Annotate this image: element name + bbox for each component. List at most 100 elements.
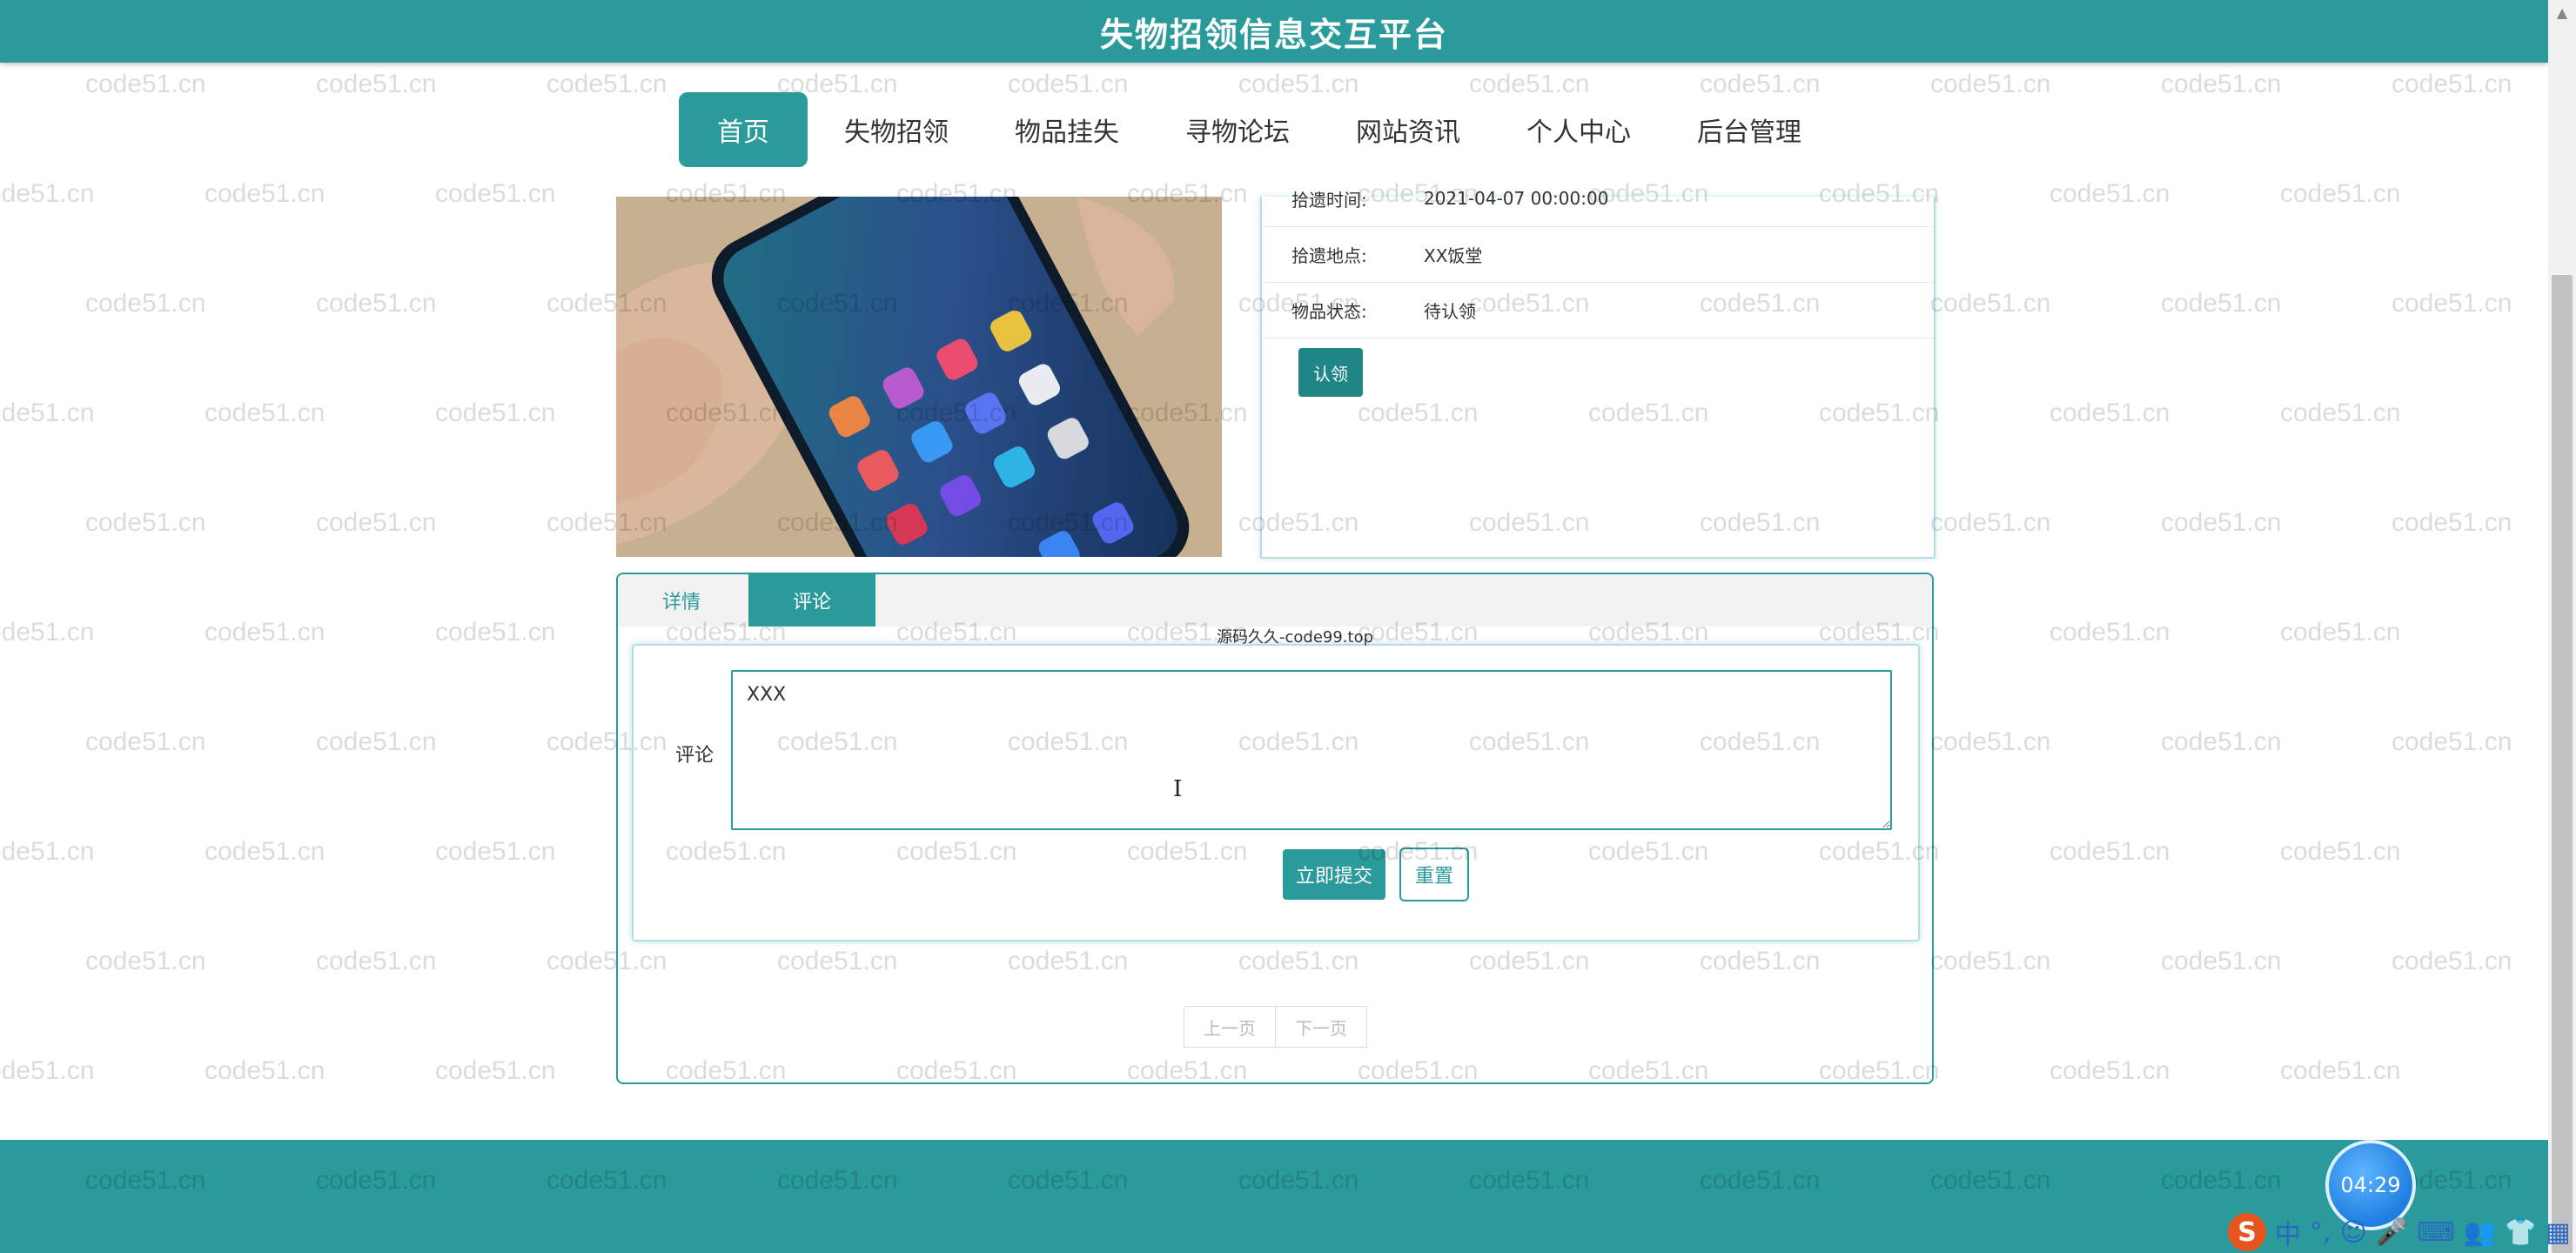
info-value: 2021-04-07 00:00:00 [1424,188,1609,209]
watermark-text: code51.cn [1930,508,2051,537]
emoji-icon[interactable]: ☺ [2340,1217,2367,1248]
prev-page-button[interactable]: 上一页 [1184,1006,1276,1048]
text-cursor-icon: I [1173,776,1183,802]
watermark-text: code51.cn [2161,70,2282,98]
watermark-text: code51.cn [0,179,95,208]
nav-item-profile[interactable]: 个人中心 [1497,92,1660,167]
watermark-text: code51.cn [2161,508,2282,537]
ime-toolbar: S 中 °, ☺ 🎤 ⌨ 👥 👕 ▦ [2228,1211,2571,1253]
info-row-time: 拾遗时间: 2021-04-07 00:00:00 [1262,171,1934,227]
tab-detail[interactable]: 详情 [618,574,745,626]
info-key: 物品状态: [1291,300,1367,322]
user-icon[interactable]: 👥 [2464,1217,2496,1248]
product-photo [616,197,1222,557]
watermark-text: code51.cn [1930,70,2051,98]
watermark-text: code51.cn [0,618,95,647]
keyboard-icon[interactable]: ⌨ [2417,1217,2454,1248]
skin-icon[interactable]: 👕 [2505,1217,2537,1248]
scrollbar-thumb[interactable] [2552,275,2573,1253]
watermark-text: code51.cn [2049,837,2170,866]
watermark-text: code51.cn [2161,289,2282,318]
info-row-status: 物品状态: 待认领 [1262,282,1934,338]
info-value: 待认领 [1424,300,1476,322]
comment-textarea[interactable] [731,670,1892,830]
watermark-text: code51.cn [316,727,437,756]
comment-label: 评论 [675,745,714,767]
watermark-text: code51.cn [205,837,325,866]
submit-button[interactable]: 立即提交 [1283,849,1385,900]
watermark-text: code51.cn [0,837,95,866]
pagination: 上一页 下一页 [1184,1006,1367,1048]
watermark-text: code51.cn [2392,70,2512,98]
watermark-text: code51.cn [85,70,206,98]
watermark-text: code51.cn [316,70,437,98]
grid-menu-icon[interactable]: ▦ [2546,1217,2570,1248]
page-title: 失物招领信息交互平台 [1099,15,1448,54]
watermark-text: code51.cn [2161,947,2282,975]
watermark-text: code51.cn [2392,508,2512,537]
info-row-location: 拾遗地点: XX饭堂 [1262,226,1934,283]
punctuation-indicator[interactable]: °, [2310,1217,2331,1248]
watermark-text: code51.cn [205,399,325,427]
footer [0,1140,2548,1253]
info-key: 拾遗地点: [1291,245,1367,266]
watermark-text: code51.cn [435,837,556,866]
sogou-logo-icon[interactable]: S [2228,1213,2266,1251]
microphone-icon[interactable]: 🎤 [2376,1217,2408,1248]
watermark-text: code51.cn [2280,618,2401,647]
watermark-text: code51.cn [435,179,556,208]
watermark-text: code51.cn [2049,399,2170,427]
info-key: 拾遗时间: [1291,189,1367,211]
item-info-panel: 拾遗时间: 2021-04-07 00:00:00 拾遗地点: XX饭堂 物品状… [1260,188,1935,559]
watermark-text: code51.cn [316,508,437,537]
watermark-text: code51.cn [435,618,556,647]
info-value: XX饭堂 [1424,245,1483,266]
watermark-text: code51.cn [2280,399,2401,427]
watermark-text: code51.cn [435,1056,556,1085]
source-note: 源码久久-code99.top [1217,628,1374,647]
watermark-text: code51.cn [2280,1056,2401,1085]
watermark-text: code51.cn [2392,727,2512,756]
watermark-text: code51.cn [2161,727,2282,756]
watermark-text: code51.cn [205,179,325,208]
tabs-panel: 详情 评论 源码久久-code99.top 评论 I 立即提交 重置 上一页 下… [616,573,1934,1084]
watermark-text: code51.cn [2280,179,2401,208]
watermark-text: code51.cn [435,399,556,427]
nav-item-lost[interactable]: 物品挂失 [985,92,1149,167]
nav-item-forum[interactable]: 寻物论坛 [1156,92,1319,167]
tab-strip: 详情 评论 [618,574,1932,626]
watermark-text: code51.cn [0,1056,95,1085]
watermark-text: code51.cn [316,289,437,318]
nav-item-found[interactable]: 失物招领 [815,92,978,167]
reset-button[interactable]: 重置 [1399,848,1469,901]
scroll-up-arrow-icon[interactable]: ▲ [2548,0,2576,26]
watermark-text: code51.cn [316,947,437,975]
watermark-text: code51.cn [85,727,206,756]
watermark-text: code51.cn [1930,289,2051,318]
watermark-text: code51.cn [85,508,206,537]
watermark-text: code51.cn [1930,947,2051,975]
comment-form: 评论 I 立即提交 重置 [632,644,1920,941]
phone-image [616,197,1222,557]
watermark-text: code51.cn [2392,289,2512,318]
nav-item-news[interactable]: 网站资讯 [1326,92,1490,167]
nav-item-admin[interactable]: 后台管理 [1667,92,1831,167]
next-page-button[interactable]: 下一页 [1276,1006,1367,1048]
top-bar: 失物招领信息交互平台 [0,0,2548,63]
watermark-text: code51.cn [2280,837,2401,866]
watermark-text: code51.cn [205,1056,325,1085]
watermark-text: code51.cn [85,947,206,975]
watermark-text: code51.cn [2049,1056,2170,1085]
watermark-text: code51.cn [205,618,325,647]
tab-comment[interactable]: 评论 [748,574,875,626]
nav-item-home[interactable]: 首页 [679,92,808,167]
ime-language-indicator[interactable]: 中 [2275,1213,2301,1251]
page-scrollbar[interactable]: ▲ [2548,0,2576,1253]
claim-button[interactable]: 认领 [1298,348,1363,397]
main-nav: 首页 失物招领 物品挂失 寻物论坛 网站资讯 个人中心 后台管理 [679,92,1838,167]
watermark-text: code51.cn [0,399,95,427]
watermark-text: code51.cn [2392,947,2512,975]
watermark-text: code51.cn [547,70,667,98]
watermark-text: code51.cn [2049,179,2170,208]
watermark-text: code51.cn [1930,727,2051,756]
